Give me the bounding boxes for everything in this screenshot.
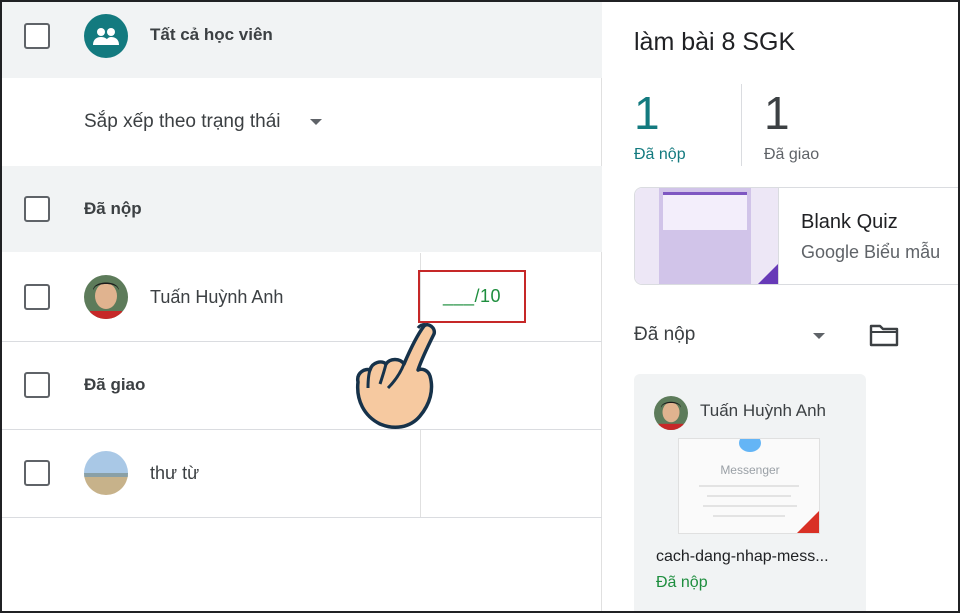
group-label-submitted: Đã nộp [84, 199, 142, 218]
submission-status: Đã nộp [656, 574, 708, 591]
classroom-grading-screen: Tất cả học viên Sắp xếp theo trạng thái … [0, 0, 960, 613]
messenger-icon [739, 439, 761, 452]
student-row[interactable]: thư từ [2, 430, 602, 517]
column-divider [420, 430, 421, 517]
all-students-row: Tất cả học viên [2, 2, 602, 78]
thumbnail-text: Messenger [720, 463, 780, 477]
attachment-type: Google Biểu mẫu [801, 242, 941, 262]
submission-card[interactable]: Tuấn Huỳnh Anh Messenger cach-dang-nhap-… [634, 374, 866, 611]
form-header-preview [663, 192, 747, 230]
forms-icon [756, 264, 778, 284]
text-line [703, 505, 797, 507]
group-header-submitted: Đã nộp [2, 166, 602, 252]
submission-student-name: Tuấn Huỳnh Anh [700, 401, 827, 420]
stat-submitted-count: 1 [634, 87, 660, 139]
text-line [707, 495, 791, 497]
form-preview [659, 188, 751, 284]
sort-dropdown[interactable]: Sắp xếp theo trạng thái [84, 111, 280, 133]
assignment-panel: làm bài 8 SGK 1 Đã nộp 1 Đã giao Blank Q… [602, 2, 958, 611]
group-label-assigned: Đã giao [84, 375, 146, 394]
avatar [84, 275, 128, 319]
grade-value: ___/10 [442, 286, 502, 306]
people-icon [84, 14, 128, 58]
all-students-label: Tất cả học viên [150, 25, 273, 44]
student-checkbox[interactable] [24, 460, 50, 486]
attachment-card[interactable]: Blank Quiz Google Biểu mẫu [634, 187, 958, 285]
stat-assigned-count: 1 [764, 87, 790, 139]
assignment-title: làm bài 8 SGK [634, 28, 796, 56]
dropdown-arrow-icon[interactable] [310, 119, 322, 125]
group-checkbox-submitted[interactable] [24, 196, 50, 222]
avatar [84, 451, 128, 495]
students-panel: Tất cả học viên Sắp xếp theo trạng thái … [2, 2, 602, 611]
stat-submitted-label[interactable]: Đã nộp [634, 146, 686, 164]
group-header-assigned: Đã giao [2, 342, 602, 429]
student-checkbox[interactable] [24, 284, 50, 310]
student-name: Tuấn Huỳnh Anh [150, 287, 284, 307]
text-line [713, 515, 785, 517]
folder-icon[interactable] [869, 323, 899, 347]
group-checkbox-assigned[interactable] [24, 372, 50, 398]
attachment-thumbnail [635, 188, 779, 284]
row-divider [2, 517, 602, 518]
file-type-icon [797, 511, 819, 533]
attachment-title: Blank Quiz [801, 211, 898, 233]
student-name: thư từ [150, 463, 200, 483]
text-line [699, 485, 799, 487]
stat-assigned-label[interactable]: Đã giao [764, 146, 819, 164]
stat-divider [741, 84, 742, 166]
pointing-hand-icon [355, 322, 437, 430]
avatar [654, 396, 688, 430]
submission-file-name: cach-dang-nhap-mess... [656, 548, 829, 565]
submission-filter-dropdown[interactable]: Đã nộp [634, 324, 695, 346]
select-all-checkbox[interactable] [24, 23, 50, 49]
dropdown-arrow-icon[interactable] [813, 333, 825, 339]
submission-thumbnail: Messenger [678, 438, 820, 534]
